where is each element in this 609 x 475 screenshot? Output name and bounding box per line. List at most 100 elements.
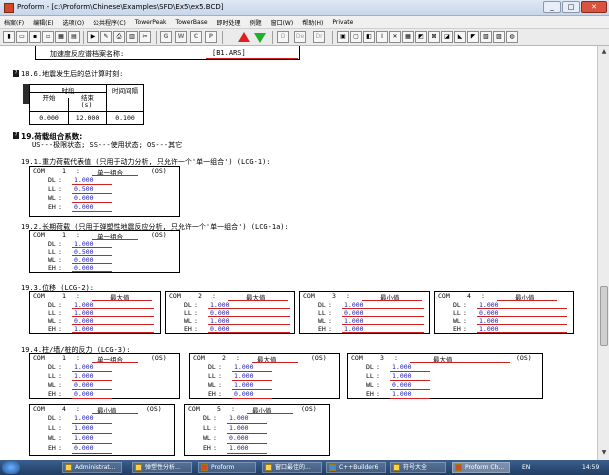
scroll-down-icon[interactable]: ▼ — [599, 448, 609, 458]
dl-value[interactable]: 1.000 — [74, 363, 94, 371]
dl-value[interactable]: 1.000 — [74, 176, 94, 184]
tray-clock[interactable]: 14:59 — [582, 462, 599, 473]
tool-3-icon[interactable]: ◧ — [363, 31, 375, 43]
menu-private[interactable]: Private — [332, 19, 353, 26]
menu-file[interactable]: 档案(F) — [4, 18, 24, 27]
tool-8-icon[interactable]: ⊠ — [428, 31, 440, 43]
menu-edit[interactable]: 编辑(E) — [33, 18, 53, 27]
table-icon[interactable]: ▤ — [68, 31, 80, 43]
close-button[interactable]: ✕ — [581, 1, 607, 13]
ll-value[interactable]: 1.000 — [229, 424, 249, 432]
tool-2-icon[interactable]: ▢ — [350, 31, 362, 43]
edit-icon[interactable]: ✎ — [100, 31, 112, 43]
tool-4-icon[interactable]: I — [376, 31, 388, 43]
vertical-scrollbar[interactable]: ▲ ▼ — [597, 46, 609, 460]
tool-9-icon[interactable]: ◪ — [441, 31, 453, 43]
s18-6-end-value[interactable]: 12.000 — [69, 114, 106, 122]
wl-value[interactable]: 1.000 — [234, 381, 254, 389]
ll-value[interactable]: 1.000 — [74, 424, 94, 432]
eh-value[interactable]: 0.000 — [234, 390, 254, 398]
toolbar-g-button[interactable]: G — [160, 31, 172, 43]
minimize-button[interactable]: _ — [543, 1, 561, 13]
start-button[interactable] — [2, 461, 20, 474]
wl-value[interactable]: 0.000 — [74, 381, 94, 389]
save-icon[interactable]: ▪ — [29, 31, 41, 43]
menu-towerpeak[interactable]: TowerPeak — [135, 19, 167, 26]
toolbar-dr-button[interactable]: Dr — [313, 31, 325, 43]
dl-value[interactable]: 1.000 — [74, 414, 94, 422]
s18-6-start-value[interactable]: 0.000 — [30, 114, 68, 122]
wl-value[interactable]: 0.000 — [229, 434, 249, 442]
task-administrator[interactable]: Administrat... — [62, 462, 122, 473]
tool-7-icon[interactable]: ◩ — [415, 31, 427, 43]
dl-value[interactable]: 1.000 — [392, 363, 412, 371]
ll-value[interactable]: 0.500 — [74, 185, 94, 193]
tool-14-icon[interactable]: ◍ — [506, 31, 518, 43]
menu-towerbase[interactable]: TowerBase — [176, 19, 208, 26]
combo-number[interactable]: 4 — [467, 292, 471, 300]
toolbar-c-button[interactable]: C — [190, 31, 202, 43]
dl-value[interactable]: 1.000 — [234, 363, 254, 371]
task-window-best[interactable]: 窗口最佳的... — [262, 462, 322, 473]
menu-options[interactable]: 选项(O) — [63, 18, 84, 27]
toolbar-de-button[interactable]: De — [294, 31, 306, 43]
up-arrow-icon[interactable] — [238, 32, 250, 42]
eh-value[interactable]: 1.000 — [229, 444, 249, 452]
combo-number[interactable]: 1 — [62, 231, 66, 239]
open-icon[interactable]: ▭ — [16, 31, 28, 43]
toolbar-w-button[interactable]: W — [175, 31, 187, 43]
ll-value[interactable]: 1.000 — [392, 372, 412, 380]
tool-12-icon[interactable]: ▧ — [480, 31, 492, 43]
tool-10-icon[interactable]: ◣ — [454, 31, 466, 43]
print-icon[interactable]: ⎙ — [113, 31, 125, 43]
menu-help[interactable]: 帮助(H) — [302, 18, 323, 27]
scroll-up-icon[interactable]: ▲ — [599, 47, 609, 57]
combo-number[interactable]: 1 — [62, 167, 66, 175]
task-symbols[interactable]: 符号大全 — [390, 462, 446, 473]
tool-11-icon[interactable]: ◤ — [467, 31, 479, 43]
combo-number[interactable]: 3 — [332, 292, 336, 300]
maximize-button[interactable]: □ — [562, 1, 580, 13]
acceleration-spectrum-value[interactable]: [B1.ARS] — [212, 49, 246, 57]
tray-language[interactable]: EN — [522, 462, 530, 473]
toolbar-p-button[interactable]: P — [205, 31, 217, 43]
ll-value[interactable]: 1.000 — [234, 372, 254, 380]
tool-5-icon[interactable]: ✕ — [389, 31, 401, 43]
run-icon[interactable]: ▶ — [87, 31, 99, 43]
preview-icon[interactable]: ▥ — [126, 31, 138, 43]
tool-13-icon[interactable]: ▨ — [493, 31, 505, 43]
eh-value[interactable]: 0.000 — [74, 203, 94, 211]
wl-value[interactable]: 1.000 — [74, 434, 94, 442]
combo-number[interactable]: 2 — [222, 354, 226, 362]
wl-value[interactable]: 0.000 — [392, 381, 412, 389]
task-proform[interactable]: Proform — [198, 462, 256, 473]
combo-number[interactable]: 3 — [380, 354, 384, 362]
wl-value[interactable]: 0.000 — [74, 194, 94, 202]
toolbar-d-button[interactable]: D — [277, 31, 289, 43]
tool-6-icon[interactable]: ▦ — [402, 31, 414, 43]
scroll-thumb[interactable] — [600, 286, 608, 346]
down-arrow-icon[interactable] — [254, 33, 266, 43]
task-elastoplastic[interactable]: 弹塑性分析... — [132, 462, 192, 473]
grid-icon[interactable]: ▦ — [55, 31, 67, 43]
save-as-icon[interactable]: ▫ — [42, 31, 54, 43]
menu-realtime[interactable]: 即时处理 — [217, 18, 241, 27]
combo-number[interactable]: 1 — [62, 292, 66, 300]
tool-1-icon[interactable]: ▣ — [337, 31, 349, 43]
combo-number[interactable]: 1 — [62, 354, 66, 362]
task-proform-ch[interactable]: Proform Ch... — [452, 462, 510, 473]
cut-icon[interactable]: ✂ — [139, 31, 151, 43]
s18-6-interval-value[interactable]: 0.100 — [107, 114, 143, 122]
menu-common[interactable]: 公共程序(C) — [93, 18, 126, 27]
eh-value[interactable]: 0.000 — [74, 390, 94, 398]
combo-number[interactable]: 2 — [198, 292, 202, 300]
menu-examples[interactable]: 例题 — [250, 18, 262, 27]
dl-value[interactable]: 1.000 — [229, 414, 249, 422]
menu-window[interactable]: 窗口(W) — [271, 18, 294, 27]
combo-number[interactable]: 4 — [62, 405, 66, 413]
eh-value[interactable]: 1.000 — [392, 390, 412, 398]
task-cpp-builder[interactable]: C++Builder6 — [326, 462, 386, 473]
eh-value[interactable]: 0.000 — [74, 444, 94, 452]
combo-number[interactable]: 5 — [217, 405, 221, 413]
new-doc-icon[interactable]: ▮ — [3, 31, 15, 43]
